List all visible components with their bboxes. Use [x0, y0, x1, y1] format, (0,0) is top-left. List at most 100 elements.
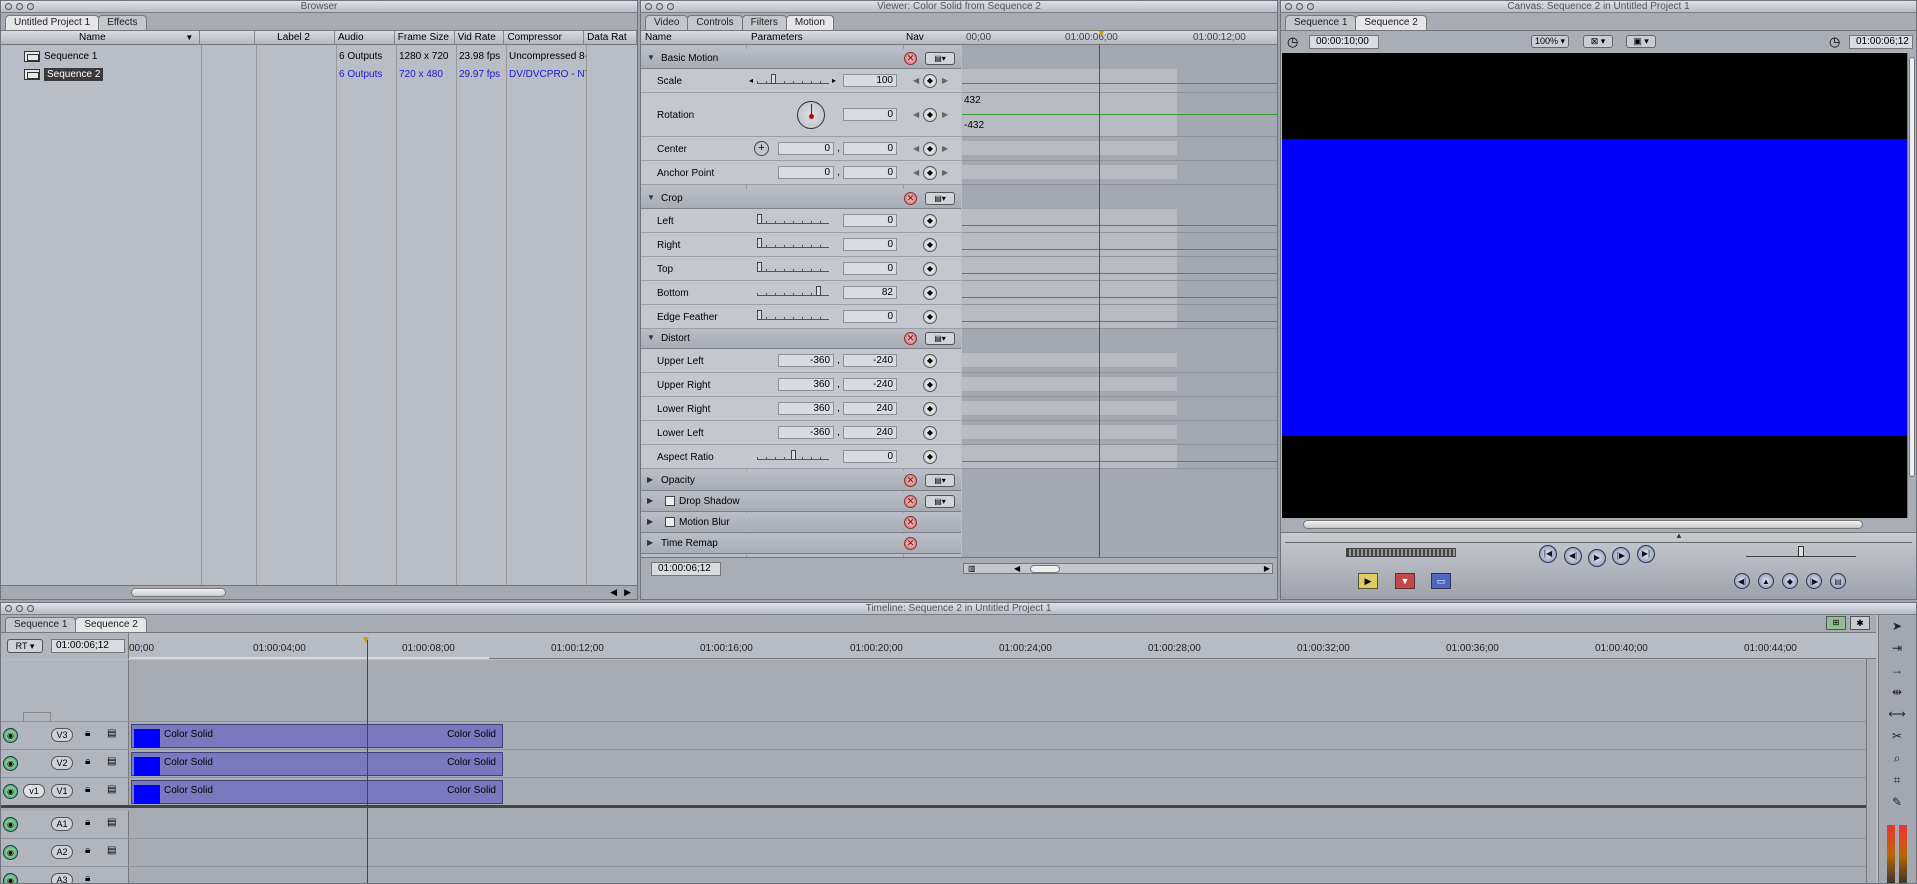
snapping-icon[interactable]: ⊞ [1826, 616, 1846, 630]
insert-edit-button[interactable]: ▶ [1358, 573, 1378, 589]
track-name[interactable]: A2 [51, 845, 73, 859]
zoom-button[interactable] [27, 605, 34, 612]
aspect-ratio-field[interactable]: 0 [843, 450, 897, 463]
audio-speaker-icon[interactable]: ◉ [3, 873, 18, 883]
keyframe-menu-button[interactable]: ▤▾ [925, 474, 955, 487]
upper-right-y-field[interactable]: -240 [843, 378, 897, 391]
upper-left-x-field[interactable]: -360 [778, 354, 834, 367]
keyframe-menu-button[interactable]: ▤▾ [925, 495, 955, 508]
viewer-titlebar[interactable]: Viewer: Color Solid from Sequence 2 [641, 1, 1277, 13]
scroll-right-icon[interactable]: ▶ [624, 587, 631, 598]
disclosure-triangle-icon[interactable]: ▶ [647, 538, 653, 547]
crop-left-slider[interactable] [757, 214, 829, 224]
canvas-duration[interactable]: 00:00:10;00 [1309, 35, 1379, 49]
mark-out-button[interactable]: |▶ [1806, 573, 1822, 589]
replace-edit-button[interactable]: ▭ [1431, 573, 1451, 589]
lower-right-y-field[interactable]: 240 [843, 402, 897, 415]
mark-in-button[interactable]: ◀| [1734, 573, 1750, 589]
keyframe-graph[interactable]: 432 -432 [962, 45, 1277, 557]
audio-speaker-icon[interactable]: ◉ [3, 817, 18, 832]
anchor-x-field[interactable]: 0 [778, 166, 834, 179]
next-keyframe-icon[interactable]: ▶ [942, 110, 948, 119]
linking-icon[interactable]: ✱ [1850, 616, 1870, 630]
scroll-left-icon[interactable]: ◀ [1014, 564, 1020, 573]
track-visibility-icon[interactable]: ◉ [3, 784, 18, 799]
rt-popup[interactable]: RT ▾ [7, 639, 43, 653]
tab-video[interactable]: Video [645, 15, 689, 30]
track-v3[interactable]: ◉ V3 🔒︎ ▤ Color Solid Color Solid [1, 722, 1876, 750]
next-keyframe-icon[interactable]: ▶ [942, 144, 948, 153]
zoom-tool-icon[interactable]: ⌕ [1885, 751, 1909, 769]
pen-tool-icon[interactable]: ✎ [1885, 795, 1909, 813]
close-button[interactable] [5, 605, 12, 612]
column-audio[interactable]: Audio [335, 31, 395, 45]
slip-tool-icon[interactable]: ⟷ [1885, 707, 1909, 725]
view-popup[interactable]: ⊠ ▾ [1583, 35, 1613, 48]
column-data-rate[interactable]: Data Rat [584, 31, 637, 45]
viewer-playhead[interactable] [1099, 45, 1100, 557]
tab-effects[interactable]: Effects [98, 15, 147, 30]
add-keyframe-button[interactable]: ◆ [923, 450, 937, 464]
auto-select-icon[interactable]: ▤ [107, 728, 116, 739]
group-distort[interactable]: ▼ Distort ✕ ▤▾ [641, 329, 961, 349]
track-select-tool-icon[interactable]: → [1885, 663, 1909, 681]
add-keyframe-button[interactable]: ◆ [923, 214, 937, 228]
disclosure-triangle-icon[interactable]: ▼ [647, 333, 655, 342]
timeline-ruler[interactable]: 00;00 01:00:04;00 01:00:08;00 01:00:12;0… [129, 635, 1876, 659]
reset-icon[interactable]: ✕ [904, 474, 917, 487]
add-keyframe-button[interactable]: ◆ [923, 378, 937, 392]
tab-sequence-2[interactable]: Sequence 2 [75, 617, 147, 632]
auto-select-icon[interactable]: ▤ [107, 845, 116, 856]
scroll-thumb[interactable] [131, 588, 226, 597]
browser-scrollbar[interactable]: ◀ ▶ [1, 585, 637, 599]
tab-motion[interactable]: Motion [785, 15, 834, 30]
disclosure-triangle-icon[interactable]: ▼ [647, 53, 655, 62]
slider-knob[interactable] [757, 310, 762, 320]
add-keyframe-button[interactable]: ◆ [923, 166, 937, 180]
clip-color-solid[interactable]: Color Solid Color Solid [131, 752, 503, 776]
roll-tool-icon[interactable]: ⇹ [1885, 685, 1909, 703]
minimize-button[interactable] [656, 3, 663, 10]
lock-icon[interactable]: 🔒︎ [85, 845, 90, 856]
lower-right-x-field[interactable]: 360 [778, 402, 834, 415]
add-keyframe-button[interactable]: ◆ [1782, 573, 1798, 589]
rotation-field[interactable]: 0 [843, 108, 897, 121]
timeline-timecode[interactable]: 01:00:06;12 [51, 639, 125, 653]
minimize-button[interactable] [1296, 3, 1303, 10]
edge-feather-slider[interactable] [757, 310, 829, 320]
crop-tool-icon[interactable]: ⌗ [1885, 773, 1909, 791]
go-to-next-edit-button[interactable]: ▶| [1637, 545, 1655, 563]
keyframe-menu-button[interactable]: ▤▾ [925, 332, 955, 345]
edit-selection-tool-icon[interactable]: ⇥ [1885, 641, 1909, 659]
reset-icon[interactable]: ✕ [904, 516, 917, 529]
track-name[interactable]: V1 [51, 784, 73, 798]
playhead-marker-icon[interactable]: ▲ [1675, 531, 1683, 540]
track-empty-area[interactable] [1, 660, 1876, 722]
auto-select-icon[interactable]: ▤ [107, 817, 116, 828]
close-button[interactable] [1285, 3, 1292, 10]
slider-right-arrow[interactable]: ▸ [832, 76, 836, 85]
enable-checkbox[interactable] [665, 496, 675, 506]
group-motion-blur[interactable]: ▶ Motion Blur ✕ [641, 513, 961, 533]
window-controls[interactable] [5, 3, 34, 10]
list-item-selected[interactable]: Sequence 2 6 Outputs 720 x 480 29.97 fps… [1, 66, 637, 84]
add-keyframe-button[interactable]: ◆ [923, 402, 937, 416]
reset-icon[interactable]: ✕ [904, 495, 917, 508]
playhead-marker-icon[interactable]: ▼ [1097, 28, 1106, 38]
lock-icon[interactable]: 🔒︎ [85, 784, 90, 795]
track-name[interactable]: V2 [51, 756, 73, 770]
add-marker-button[interactable]: ▲ [1758, 573, 1774, 589]
next-keyframe-icon[interactable]: ▶ [942, 168, 948, 177]
crop-bottom-field[interactable]: 82 [843, 286, 897, 299]
source-track[interactable]: v1 [23, 784, 45, 798]
timeline-playhead[interactable] [367, 640, 368, 883]
list-item[interactable]: Sequence 1 6 Outputs 1280 x 720 23.98 fp… [1, 48, 637, 66]
center-x-field[interactable]: 0 [778, 142, 834, 155]
crop-right-slider[interactable] [757, 238, 829, 248]
lock-icon[interactable]: 🔒︎ [85, 817, 90, 828]
window-controls[interactable] [5, 605, 34, 612]
close-button[interactable] [5, 3, 12, 10]
disclosure-triangle-icon[interactable]: ▶ [647, 475, 653, 484]
lower-left-x-field[interactable]: -360 [778, 426, 834, 439]
canvas-vertical-scrollbar[interactable] [1907, 53, 1916, 518]
